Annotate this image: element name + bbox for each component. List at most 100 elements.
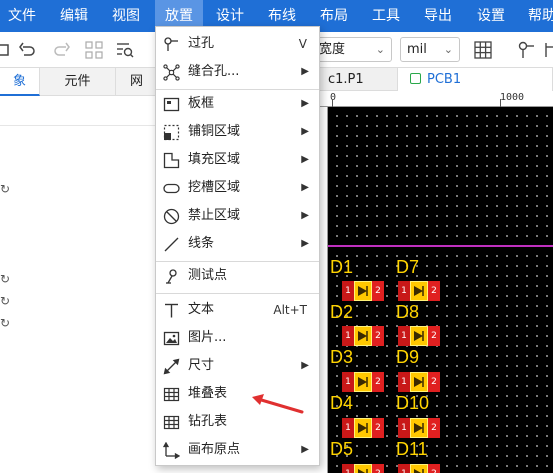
designator-label: D9 <box>396 347 420 367</box>
diode-footprint[interactable]: 12 <box>398 281 440 301</box>
menu-item-text[interactable]: 文本 Alt+T <box>156 296 319 324</box>
pad-1[interactable]: 1 <box>342 326 354 346</box>
pad-1[interactable]: 1 <box>398 418 410 438</box>
designator-label: D2 <box>330 302 354 322</box>
submenu-arrow-icon: ▶ <box>301 210 309 221</box>
menu-help[interactable]: 帮助 <box>528 0 553 32</box>
via-tool-icon[interactable] <box>516 39 538 61</box>
menu-item-dimension[interactable]: 尺寸 ▶ <box>156 352 319 380</box>
menu-edit[interactable]: 编辑 <box>60 0 94 32</box>
stitch-via-icon <box>163 64 180 81</box>
designator-label: D8 <box>396 302 420 322</box>
pad-2[interactable]: 2 <box>372 281 384 301</box>
panel-search-area[interactable] <box>0 104 158 126</box>
track-width-select[interactable]: 宽度 ⌄ <box>312 37 392 62</box>
tab-components[interactable]: 元件 <box>40 68 116 96</box>
tree-refresh-icon[interactable]: ↻ <box>0 316 14 330</box>
designator-label: D1 <box>330 257 354 277</box>
grid-icon[interactable] <box>472 39 494 61</box>
pad-1[interactable]: 1 <box>398 281 410 301</box>
pad-2[interactable]: 2 <box>428 418 440 438</box>
diode-footprint[interactable]: 12 <box>398 464 440 473</box>
annotation-arrow-icon <box>252 394 304 414</box>
pcb-doc-icon <box>410 73 421 84</box>
menu-item-canvas-origin[interactable]: 画布原点 ▶ <box>156 436 319 464</box>
pad-2[interactable]: 2 <box>372 326 384 346</box>
diode-footprint[interactable]: 12 <box>398 326 440 346</box>
pad-2[interactable]: 2 <box>372 464 384 473</box>
menu-item-via[interactable]: 过孔 V <box>156 30 319 58</box>
submenu-arrow-icon: ▶ <box>301 66 309 77</box>
pcb-canvas[interactable]: D1 D7 D2 D8 D3 D9 D4 D10 D5 D11 12121212… <box>328 107 553 473</box>
menu-item-image[interactable]: 图片... <box>156 324 319 352</box>
tree-refresh-icon[interactable]: ↻ <box>0 272 14 286</box>
menu-settings[interactable]: 设置 <box>477 0 511 32</box>
pad-1[interactable]: 1 <box>342 418 354 438</box>
pad-1[interactable]: 1 <box>342 464 354 473</box>
chevron-down-icon: ⌄ <box>443 43 453 56</box>
diode-footprint[interactable]: 12 <box>398 372 440 392</box>
designator-label: D5 <box>330 439 354 459</box>
fill-region-icon <box>163 152 180 169</box>
menu-item-test-point[interactable]: 测试点 <box>156 262 319 290</box>
menu-item-stitch-via[interactable]: 缝合孔... ▶ <box>156 58 319 86</box>
chevron-down-icon: ⌄ <box>375 43 385 56</box>
pad-2[interactable]: 2 <box>372 372 384 392</box>
menu-file[interactable]: 文件 <box>8 0 42 32</box>
tab-objects[interactable]: 象 <box>0 68 40 96</box>
diode-body <box>410 281 428 301</box>
dimension-icon <box>163 358 180 375</box>
designator-label: D4 <box>330 393 354 413</box>
menu-item-copper-pour[interactable]: 铺铜区域 ▶ <box>156 118 319 146</box>
designator-label: D3 <box>330 347 354 367</box>
ruler-label: 0 <box>330 92 337 103</box>
find-icon[interactable] <box>114 39 136 61</box>
redo-icon[interactable] <box>50 39 72 61</box>
diode-footprint[interactable]: 12 <box>342 281 384 301</box>
pad-1[interactable]: 1 <box>398 372 410 392</box>
via-icon <box>163 36 180 53</box>
toolbar-partial-icon[interactable] <box>0 39 16 61</box>
menu-view[interactable]: 视图 <box>112 0 146 32</box>
menu-export[interactable]: 导出 <box>424 0 458 32</box>
pad-1[interactable]: 1 <box>398 464 410 473</box>
menu-item-keepout-region[interactable]: 禁止区域 ▶ <box>156 202 319 230</box>
tree-refresh-icon[interactable]: ↻ <box>0 294 14 308</box>
tree-refresh-icon[interactable]: ↻ <box>0 182 14 196</box>
pad-2[interactable]: 2 <box>428 326 440 346</box>
line-icon <box>163 236 180 253</box>
designator-label: D7 <box>396 257 420 277</box>
unit-select[interactable]: mil ⌄ <box>400 37 460 62</box>
pad-2[interactable]: 2 <box>428 281 440 301</box>
pad-2[interactable]: 2 <box>428 372 440 392</box>
pad-2[interactable]: 2 <box>428 464 440 473</box>
pad-1[interactable]: 1 <box>342 372 354 392</box>
undo-icon[interactable] <box>17 39 39 61</box>
board-outline-icon <box>163 96 180 113</box>
submenu-arrow-icon: ▶ <box>301 444 309 455</box>
menu-item-board-outline[interactable]: 板框 ▶ <box>156 90 319 118</box>
menu-item-slot-region[interactable]: 挖槽区域 ▶ <box>156 174 319 202</box>
diode-footprint[interactable]: 12 <box>342 418 384 438</box>
board-outline-line <box>328 245 553 247</box>
menu-layout[interactable]: 布局 <box>320 0 354 32</box>
menu-item-fill-region[interactable]: 填充区域 ▶ <box>156 146 319 174</box>
diode-footprint[interactable]: 12 <box>342 464 384 473</box>
designator-label: D11 <box>396 439 428 459</box>
image-icon <box>163 330 180 347</box>
pad-2[interactable]: 2 <box>372 418 384 438</box>
tab-schematic[interactable]: c1.P1 <box>320 68 398 91</box>
tab-pcb[interactable]: PCB1 <box>398 68 553 91</box>
submenu-arrow-icon: ▶ <box>301 98 309 109</box>
diode-body <box>410 418 428 438</box>
diode-footprint[interactable]: 12 <box>342 372 384 392</box>
toolbar-partial-right-icon[interactable] <box>540 39 553 61</box>
menu-tools[interactable]: 工具 <box>372 0 406 32</box>
pad-1[interactable]: 1 <box>398 326 410 346</box>
pad-1[interactable]: 1 <box>342 281 354 301</box>
tab-nets[interactable]: 网 <box>116 68 158 96</box>
diode-footprint[interactable]: 12 <box>342 326 384 346</box>
grid-select-icon[interactable] <box>83 39 105 61</box>
diode-footprint[interactable]: 12 <box>398 418 440 438</box>
menu-item-line[interactable]: 线条 ▶ <box>156 230 319 258</box>
